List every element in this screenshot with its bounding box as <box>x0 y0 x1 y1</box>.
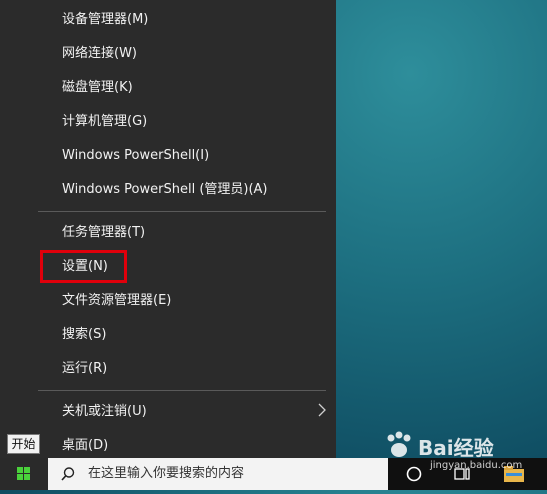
menu-separator <box>38 390 326 391</box>
settings-highlight-box <box>40 250 127 283</box>
watermark-url: jingyan.baidu.com <box>430 460 523 471</box>
search-icon <box>61 467 75 481</box>
watermark-brand-latin: Bai <box>418 436 454 460</box>
menu-item-computer-management[interactable]: 计算机管理(G) <box>62 114 147 130</box>
chevron-right-icon <box>318 403 326 417</box>
baidu-watermark: Bai经验 <box>382 430 542 460</box>
menu-separator <box>38 211 326 212</box>
watermark-brand-cn: 经验 <box>453 436 494 460</box>
menu-item-disk-management[interactable]: 磁盘管理(K) <box>62 80 133 96</box>
menu-item-file-explorer[interactable]: 文件资源管理器(E) <box>62 293 171 309</box>
cortana-icon[interactable] <box>406 466 422 482</box>
power-user-menu: 设备管理器(M) 网络连接(W) 磁盘管理(K) 计算机管理(G) Window… <box>0 0 336 470</box>
menu-item-powershell[interactable]: Windows PowerShell(I) <box>62 148 209 164</box>
watermark-brand: Bai经验 <box>418 432 494 461</box>
menu-item-device-manager[interactable]: 设备管理器(M) <box>62 12 148 28</box>
menu-item-search[interactable]: 搜索(S) <box>62 327 106 343</box>
start-button[interactable] <box>0 458 48 490</box>
taskbar-search-box[interactable]: 在这里输入你要搜索的内容 <box>48 458 388 490</box>
menu-item-desktop[interactable]: 桌面(D) <box>62 438 108 454</box>
windows-logo-icon <box>17 467 30 480</box>
menu-item-network-connections[interactable]: 网络连接(W) <box>62 46 137 62</box>
menu-item-shutdown-signout[interactable]: 关机或注销(U) <box>62 404 147 420</box>
menu-item-task-manager[interactable]: 任务管理器(T) <box>62 225 145 241</box>
menu-item-run[interactable]: 运行(R) <box>62 361 107 377</box>
search-placeholder: 在这里输入你要搜索的内容 <box>88 466 245 481</box>
start-tooltip: 开始 <box>7 434 40 454</box>
paw-logo-icon <box>387 431 411 457</box>
menu-item-powershell-admin[interactable]: Windows PowerShell (管理员)(A) <box>62 182 268 198</box>
